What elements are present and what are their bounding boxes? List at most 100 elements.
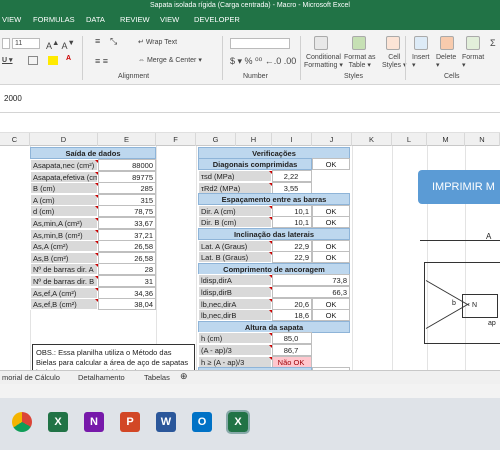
chrome-icon[interactable] — [12, 412, 32, 432]
font-name-box[interactable] — [2, 38, 10, 49]
comment-indicator[interactable] — [95, 218, 98, 221]
format-as-table-button[interactable]: Format as Table ▾ — [344, 54, 376, 69]
borders-icon[interactable] — [28, 56, 38, 65]
font-size-box[interactable]: 11 — [12, 38, 40, 49]
inclinacao-value[interactable]: 22,9 — [272, 239, 312, 252]
comment-indicator[interactable] — [95, 299, 98, 303]
grow-font-icon[interactable]: A▲ A▼ — [46, 38, 75, 51]
outlook-icon[interactable]: O — [192, 412, 212, 432]
comment-indicator[interactable] — [95, 264, 98, 268]
ancoragem-ok[interactable]: OK — [312, 309, 350, 322]
espacamento-value[interactable]: 10,1 — [272, 216, 312, 229]
excel-active-icon[interactable]: X — [226, 410, 250, 434]
inclinacao-value[interactable]: 22,9 — [272, 251, 312, 264]
comment-indicator[interactable] — [95, 287, 98, 291]
col-header[interactable]: C — [0, 133, 30, 146]
saida-value[interactable]: 78,75 — [98, 205, 156, 218]
onenote-icon[interactable]: N — [84, 412, 104, 432]
conditional-formatting-button[interactable]: Conditional Formatting ▾ — [304, 54, 343, 69]
espacamento-ok[interactable]: OK — [312, 216, 350, 229]
saida-value[interactable]: 315 — [98, 193, 156, 206]
ancoragem-value[interactable]: 20,6 — [272, 297, 312, 310]
wrap-text-button[interactable]: ↵ Wrap Text — [138, 38, 177, 46]
col-header[interactable]: J — [312, 133, 352, 146]
format-button[interactable]: Format ▾ — [462, 54, 484, 69]
align-top-icon[interactable]: ≡ — [95, 36, 100, 46]
altura-value[interactable]: 86,7 — [272, 344, 312, 356]
col-header[interactable]: L — [392, 133, 427, 146]
formula-value[interactable]: 2000 — [4, 94, 22, 103]
saida-value[interactable]: 31 — [98, 275, 156, 287]
saida-value[interactable]: 33,67 — [98, 217, 156, 229]
comment-indicator[interactable] — [95, 183, 98, 187]
saida-value[interactable]: 34,36 — [98, 286, 156, 299]
diagonais-value[interactable]: 2,22 — [272, 170, 312, 182]
inclinacao-ok[interactable]: OK — [312, 251, 350, 264]
col-header[interactable]: N — [465, 133, 500, 146]
saida-value[interactable]: 88000 — [98, 159, 156, 171]
add-sheet-icon[interactable]: ⊕ — [180, 371, 188, 382]
saida-value[interactable]: 89775 — [98, 170, 156, 183]
insert-button[interactable]: Insert ▾ — [412, 54, 430, 69]
saida-value[interactable]: 28 — [98, 263, 156, 276]
ancoragem-value[interactable]: 18,6 — [272, 309, 312, 322]
orientation-icon[interactable]: ⤡ — [110, 36, 117, 47]
cell-styles-button[interactable]: Cell Styles ▾ — [382, 54, 407, 69]
fill-color-icon[interactable] — [48, 56, 58, 65]
delete-button[interactable]: Delete ▾ — [436, 54, 456, 69]
format-as-table-icon[interactable] — [352, 36, 366, 50]
menu-formulas[interactable]: FORMULAS — [33, 15, 75, 24]
cell-styles-icon[interactable] — [386, 36, 400, 50]
number-format-box[interactable] — [230, 38, 290, 49]
currency-icon[interactable]: $ ▾ % ⁰⁰ ←.0 .00 — [230, 56, 296, 67]
ancoragem-ok[interactable]: OK — [312, 297, 350, 310]
menu-view[interactable]: VIEW — [160, 15, 179, 24]
col-header[interactable]: H — [236, 133, 272, 146]
excel-icon[interactable]: X — [48, 412, 68, 432]
word-icon[interactable]: W — [156, 412, 176, 432]
font-color-icon[interactable]: A — [66, 55, 71, 62]
col-header[interactable]: E — [98, 133, 156, 146]
comment-indicator[interactable] — [95, 276, 98, 279]
col-header[interactable]: I — [272, 133, 312, 146]
tab-detalhamento[interactable]: Detalhamento — [78, 373, 125, 382]
espacamento-ok[interactable]: OK — [312, 204, 350, 217]
powerpoint-icon[interactable]: P — [120, 412, 140, 432]
col-header[interactable]: F — [156, 133, 196, 146]
menu-view-partial[interactable]: VIEW — [2, 15, 21, 24]
comment-indicator[interactable] — [95, 241, 98, 245]
format-icon[interactable] — [466, 36, 480, 50]
saida-value[interactable]: 38,04 — [98, 298, 156, 311]
comment-indicator[interactable] — [95, 171, 98, 175]
comment-indicator[interactable] — [95, 252, 98, 256]
col-header[interactable]: K — [352, 133, 392, 146]
align-left-icon[interactable]: ≡ ≡ — [95, 56, 108, 66]
saida-value[interactable]: 285 — [98, 182, 156, 195]
menu-developer[interactable]: DEVELOPER — [194, 15, 240, 24]
insert-icon[interactable] — [414, 36, 428, 50]
merge-center-button[interactable]: ⇔ Merge & Center ▾ — [138, 56, 202, 64]
col-header[interactable]: G — [196, 133, 236, 146]
altura-value[interactable]: 85,0 — [272, 332, 312, 345]
comment-indicator[interactable] — [95, 194, 98, 198]
saida-value[interactable]: 26,58 — [98, 240, 156, 253]
espacamento-value[interactable]: 10,1 — [272, 204, 312, 217]
diagonais-ok[interactable]: OK — [312, 158, 350, 170]
autosum-icon[interactable]: Σ — [490, 38, 496, 48]
menu-review[interactable]: REVIEW — [120, 15, 150, 24]
saida-value[interactable]: 37,21 — [98, 228, 156, 241]
saida-value[interactable]: 26,58 — [98, 251, 156, 264]
inclinacao-ok[interactable]: OK — [312, 239, 350, 252]
ancoragem-value[interactable]: 66,3 — [272, 286, 350, 298]
tab-memorial[interactable]: morial de Cálculo — [2, 373, 60, 382]
altura-status[interactable]: Não OK — [272, 355, 312, 368]
diagonais-value[interactable]: 3,55 — [272, 181, 312, 194]
print-button[interactable]: IMPRIMIR M — [418, 170, 500, 204]
tab-tabelas[interactable]: Tabelas — [144, 373, 170, 382]
comment-indicator[interactable] — [95, 206, 98, 210]
menu-data[interactable]: DATA — [86, 15, 105, 24]
conditional-formatting-icon[interactable] — [314, 36, 328, 50]
col-header[interactable]: M — [427, 133, 465, 146]
delete-icon[interactable] — [440, 36, 454, 50]
col-header[interactable]: D — [30, 133, 98, 146]
